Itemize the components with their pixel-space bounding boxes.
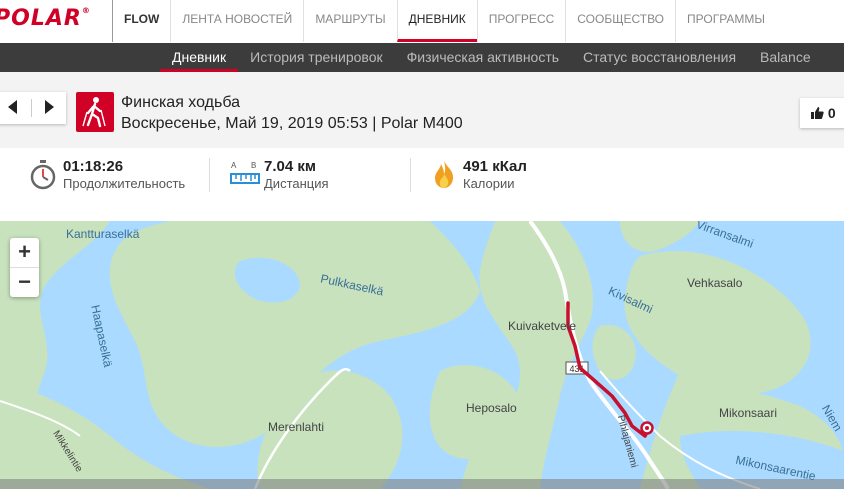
distance-label: Дистанция [264,176,329,191]
tab-physical-activity[interactable]: Физическая активность [395,43,571,72]
tab-recovery-status[interactable]: Статус восстановления [571,43,748,72]
map-label-vehkasalo: Vehkasalo [687,276,743,290]
distance-icon: A B [230,161,260,184]
map-label-heposalo: Heposalo [466,401,517,415]
map-label-kantturaselka: Kantturaselkä [66,227,140,241]
nav-flow[interactable]: FLOW [112,0,170,42]
arrow-right-icon [44,99,54,114]
calories-stat: 491 кКал Калории [463,158,527,191]
stopwatch-icon [30,160,56,190]
sport-name: Финская ходьба [121,94,241,111]
duration-stat: 01:18:26 Продолжительность [63,158,185,191]
previous-session-button[interactable] [0,99,31,117]
calories-label: Калории [463,176,515,191]
main-nav: FLOW ЛЕНТА НОВОСТЕЙ МАРШРУТЫ ДНЕВНИК ПРО… [112,0,776,42]
route-map[interactable]: 431 Kantturaselkä Virransalmi Vehkasalo … [0,221,844,489]
tab-training-history[interactable]: История тренировок [238,43,394,72]
nav-item-routes[interactable]: МАРШРУТЫ [303,0,396,42]
session-meta: Воскресенье, Май 19, 2019 05:53 | Polar … [121,115,463,132]
distance-stat: 7.04 км Дистанция [264,158,329,191]
zoom-in-button[interactable]: + [10,238,39,268]
stat-divider [209,158,210,192]
nav-item-progress[interactable]: ПРОГРЕСС [476,0,566,42]
flame-icon [435,160,454,188]
zoom-out-button[interactable]: − [10,268,39,297]
session-pager [0,92,66,124]
nordic-walking-icon [76,92,114,132]
like-button[interactable]: 0 [800,98,844,128]
duration-label: Продолжительность [63,176,186,191]
distance-icon-b: B [251,161,256,170]
session-title: Финская ходьба Воскресенье, Май 19, 2019… [121,94,463,133]
nav-item-news-feed[interactable]: ЛЕНТА НОВОСТЕЙ [170,0,303,42]
nav-item-diary[interactable]: ДНЕВНИК [396,0,477,42]
map-canvas: 431 [0,221,844,489]
distance-value: 7.04 км [264,158,316,175]
map-label-mikonsaari: Mikonsaari [719,406,778,420]
tab-balance[interactable]: Balance [748,43,823,72]
stat-divider [410,158,411,192]
arrow-left-icon [8,99,18,114]
sub-navigation: Дневник История тренировок Физическая ак… [0,43,844,72]
duration-value: 01:18:26 [63,158,124,175]
map-zoom-control: + − [10,238,39,297]
map-label-merenlahti: Merenlahti [268,420,325,434]
thumbs-up-icon [811,107,824,119]
tab-diary[interactable]: Дневник [160,43,239,72]
nav-item-programs[interactable]: ПРОГРАММЫ [675,0,776,42]
session-summary: 01:18:26 Продолжительность A B 7.04 км Д… [0,148,844,206]
calories-value: 491 кКал [463,158,527,175]
nav-item-community[interactable]: СООБЩЕСТВО [565,0,675,42]
next-session-button[interactable] [31,99,66,117]
like-count: 0 [827,105,836,121]
map-label-kuivaketvele: Kuivaketvele [508,319,577,333]
top-navigation-bar: POLAR® FLOW ЛЕНТА НОВОСТЕЙ МАРШРУТЫ ДНЕВ… [0,0,844,42]
distance-icon-a: A [231,161,237,170]
route-marker-icon[interactable] [640,421,654,435]
polar-logo[interactable]: POLAR® [0,6,91,31]
